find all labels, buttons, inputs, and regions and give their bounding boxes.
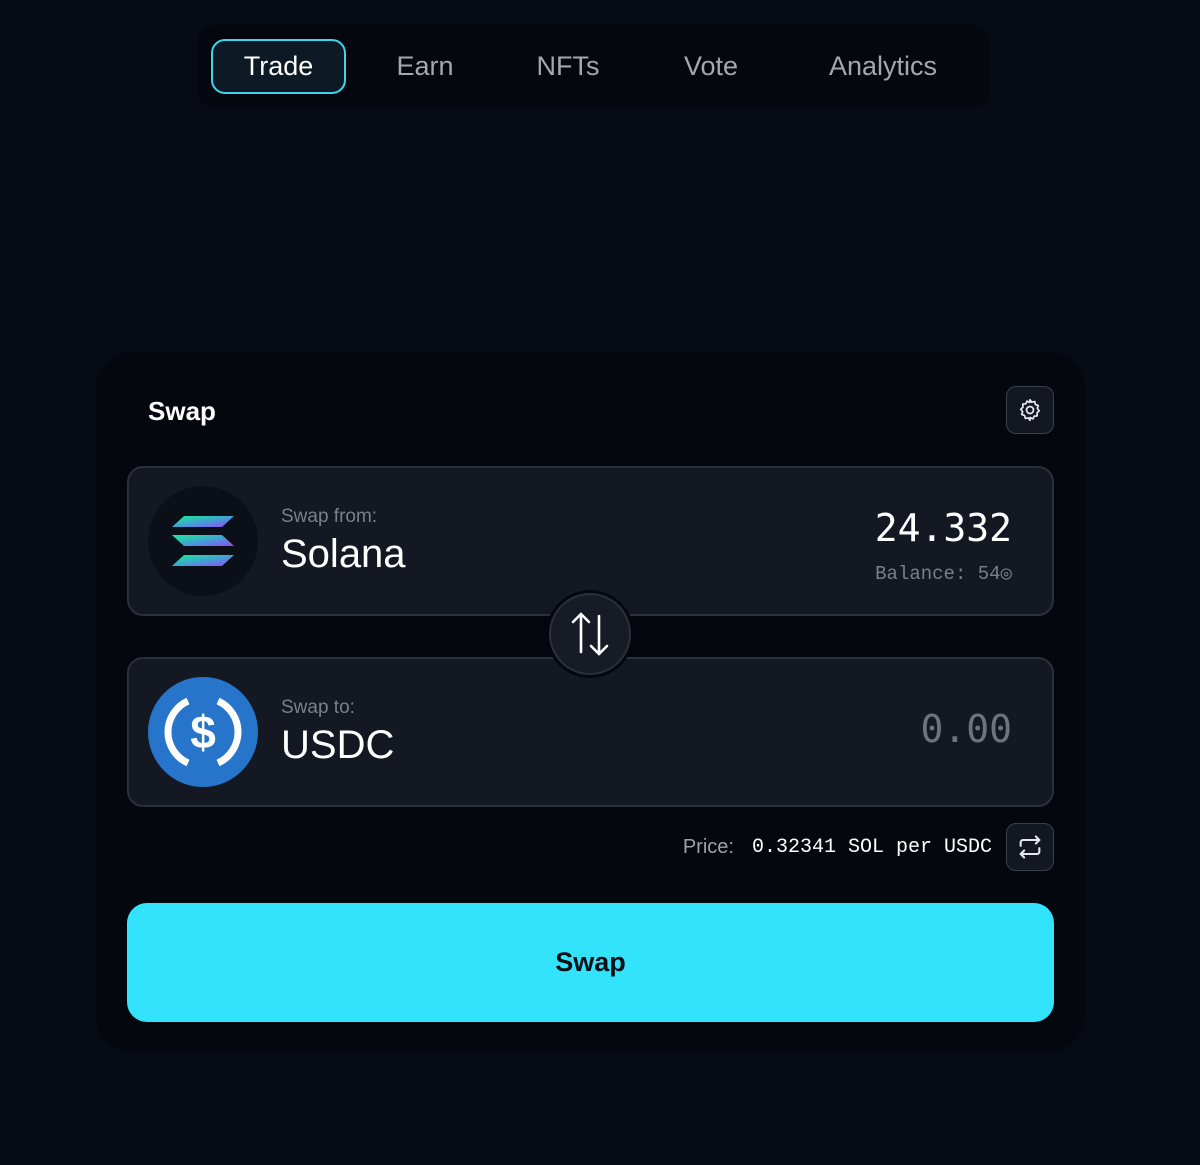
swap-from-balance: Balance: 54◎ xyxy=(875,563,1012,585)
gear-icon xyxy=(1019,398,1041,422)
swap-from-amount-input[interactable]: 24.332 xyxy=(712,506,1012,550)
price-value: 0.32341 SOL per USDC xyxy=(751,835,992,859)
usdc-logo: $ xyxy=(148,677,258,787)
price-label: Price: xyxy=(682,835,734,858)
swap-arrows-icon xyxy=(571,612,609,656)
invert-price-button[interactable] xyxy=(1006,823,1054,871)
tab-earn[interactable]: Earn xyxy=(370,39,480,94)
tab-analytics[interactable]: Analytics xyxy=(810,39,956,94)
swap-card: Swap Swap from: Solana 24.332 Balance: 5… xyxy=(96,352,1085,1052)
price-row: Price: 0.32341 SOL per USDC xyxy=(683,832,992,862)
swap-from-caption: Swap from: xyxy=(281,506,378,527)
main-nav: Trade Earn NFTs Vote Analytics xyxy=(198,25,989,107)
svg-text:$: $ xyxy=(190,706,216,758)
settings-button[interactable] xyxy=(1006,386,1054,434)
tab-trade[interactable]: Trade xyxy=(211,39,346,94)
tab-nfts[interactable]: NFTs xyxy=(513,39,623,94)
swap-submit-button[interactable]: Swap xyxy=(127,903,1054,1022)
switch-direction-button[interactable] xyxy=(546,590,634,678)
solana-logo xyxy=(148,486,258,596)
swap-to-panel[interactable]: $ Swap to: USDC 0.00 xyxy=(127,657,1054,807)
swap-to-token[interactable]: USDC xyxy=(281,723,394,768)
swap-to-caption: Swap to: xyxy=(281,697,355,718)
tab-vote[interactable]: Vote xyxy=(656,39,766,94)
swap-from-token[interactable]: Solana xyxy=(281,532,406,577)
repeat-icon xyxy=(1019,835,1041,859)
swap-to-amount-input[interactable]: 0.00 xyxy=(712,707,1012,751)
swap-title: Swap xyxy=(148,396,216,426)
